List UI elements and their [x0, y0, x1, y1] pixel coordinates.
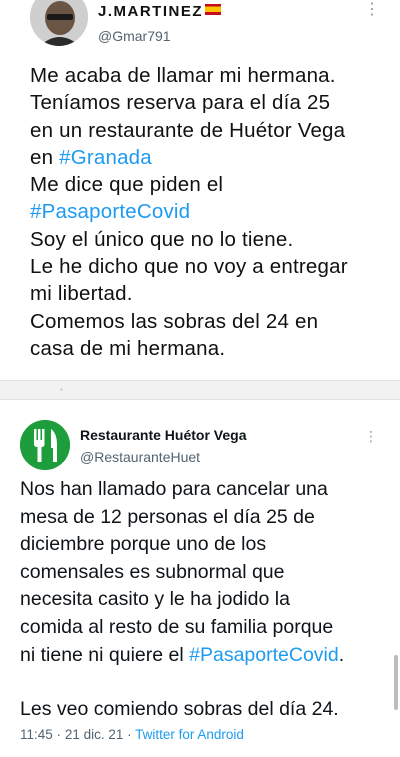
user-handle[interactable]: @Gmar791 [98, 28, 171, 44]
text-line: Les veo comiendo sobras del día 24. [20, 696, 385, 724]
text-line: ni tiene ni quiere el #PasaporteCovid. [20, 642, 385, 670]
user-photo-icon [30, 0, 88, 46]
text-segment: comensales es subnormal que [20, 560, 285, 583]
more-options-icon[interactable]: ⋮ [364, 428, 378, 445]
text-line: casa de mi hermana. [30, 335, 385, 362]
text-line: comensales es subnormal que [20, 559, 385, 587]
meta-separator: · [56, 727, 62, 742]
scrollbar[interactable] [394, 655, 398, 710]
tweet-time[interactable]: 11:45 [20, 727, 53, 742]
user-name-text: J.MARTINEZ [98, 3, 203, 20]
text-segment: en un restaurante de Huétor Vega [30, 118, 346, 142]
tweet-source[interactable]: Twitter for Android [135, 727, 244, 742]
text-line: #PasaporteCovid [30, 198, 385, 225]
text-line: en un restaurante de Huétor Vega [30, 117, 385, 144]
text-segment: . [338, 643, 345, 666]
text-line: mesa de 12 personas el día 25 de [20, 504, 385, 532]
text-segment: ni tiene ni quiere el [20, 643, 190, 666]
avatar[interactable] [20, 420, 70, 470]
thread-dot [60, 388, 63, 391]
text-line: diciembre porque uno de los [20, 531, 385, 559]
meta-separator: · [127, 727, 132, 742]
account-name[interactable]: Restaurante Huétor Vega [80, 427, 247, 443]
hashtag-link[interactable]: #PasaporteCovid [189, 644, 339, 666]
text-line: Teníamos reserva para el día 25 [30, 89, 385, 116]
account-handle[interactable]: @RestauranteHuet [80, 449, 200, 465]
text-segment: en [30, 145, 60, 169]
hashtag-link[interactable]: #Granada [59, 146, 152, 169]
avatar[interactable] [30, 0, 88, 46]
text-segment: Nos han llamado para cancelar una [20, 478, 328, 500]
tweet-2: Restaurante Huétor Vega @RestauranteHuet… [0, 400, 400, 757]
tweet-text: Me acaba de llamar mi hermana. Teníamos r… [30, 62, 385, 362]
text-segment: mesa de 12 personas el día 25 de [20, 505, 315, 528]
text-segment: necesita casito y le ha jodido la [20, 588, 290, 611]
text-segment: mi libertad. [30, 282, 133, 306]
tweet-1: J.MARTINEZ @Gmar791 ⋮ Me acaba de llamar… [0, 0, 400, 380]
text-segment: Me dice que piden el [30, 173, 224, 197]
text-line: Me acaba de llamar mi hermana. [30, 62, 385, 89]
tweet-metadata: 11:45 · 21 dic. 21 · Twitter for Android [20, 727, 244, 742]
text-segment: comida al resto de su familia porque [20, 615, 334, 638]
text-segment: Teníamos reserva para el día 25 [30, 91, 331, 115]
more-options-icon[interactable]: ⋮ [364, 2, 380, 18]
text-line: en #Granada [30, 144, 385, 171]
text-segment: Les veo comiendo sobras del día 24. [20, 698, 339, 721]
text-line: Me dice que piden el [30, 171, 385, 198]
text-line: necesita casito y le ha jodido la [20, 586, 385, 614]
text-line [20, 669, 385, 696]
text-segment: Me acaba de llamar mi hermana. [30, 64, 336, 87]
text-segment: Soy el único que no lo tiene. [30, 227, 294, 251]
text-segment: Comemos las sobras del 24 en [30, 309, 319, 333]
tweet-text: Nos han llamado para cancelar una mesa de… [20, 476, 385, 724]
text-line: Comemos las sobras del 24 en [30, 308, 385, 335]
text-line: comida al resto de su familia porque [20, 614, 385, 642]
text-line: mi libertad. [30, 280, 385, 307]
text-segment: Le he dicho que no voy a entregar [30, 255, 348, 279]
user-name[interactable]: J.MARTINEZ [98, 3, 221, 20]
hashtag-link[interactable]: #PasaporteCovid [30, 200, 190, 223]
text-line: Nos han llamado para cancelar una [20, 476, 385, 504]
text-line: Le he dicho que no voy a entregar [30, 253, 385, 280]
tweet-date[interactable]: 21 dic. 21 [65, 727, 124, 742]
text-line: Soy el único que no lo tiene. [30, 226, 385, 253]
text-segment: diciembre porque uno de los [20, 533, 267, 556]
fork-knife-icon [20, 420, 70, 470]
spain-flag-icon [205, 4, 221, 15]
text-segment: casa de mi hermana. [30, 336, 226, 360]
